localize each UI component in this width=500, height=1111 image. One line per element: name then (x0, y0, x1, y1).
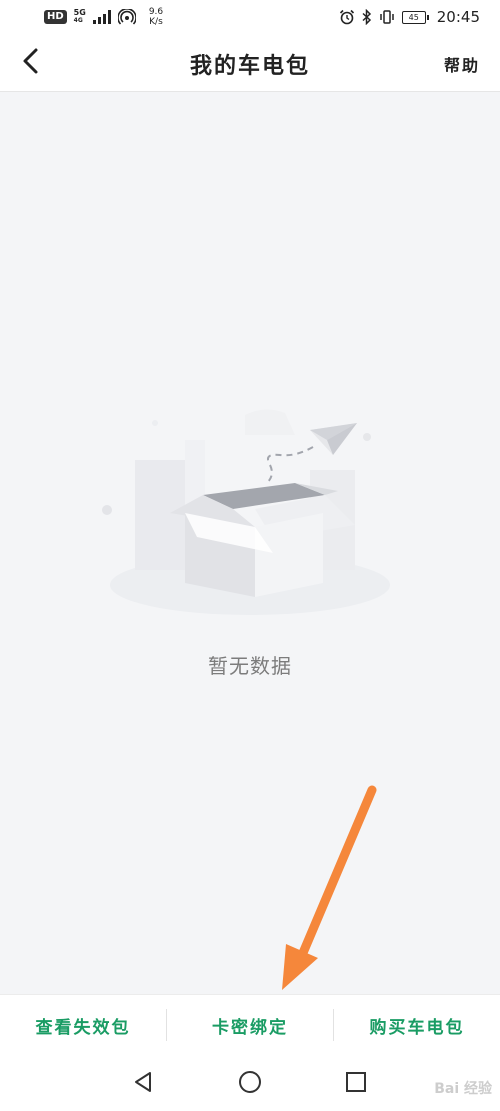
speed-unit: K/s (149, 17, 163, 27)
battery-icon: 45 (401, 10, 429, 24)
signal-icon (92, 10, 111, 24)
header: 我的车电包 帮助 (0, 34, 500, 92)
nav-home-icon[interactable] (238, 1070, 262, 1094)
clock: 20:45 (436, 8, 480, 26)
empty-state-text: 暂无数据 (208, 654, 292, 678)
empty-box-illustration (102, 409, 390, 615)
alarm-icon (339, 9, 354, 25)
network-type: 5G 4G (74, 9, 86, 25)
card-bind-button[interactable]: 卡密绑定 (167, 1013, 333, 1038)
status-left: HD 5G 4G 9.6 K/s (44, 6, 163, 28)
hd-badge: HD (44, 10, 67, 24)
system-nav-bar (0, 1054, 500, 1111)
hotspot-icon (117, 9, 136, 25)
network-speed: 9.6 K/s (149, 7, 163, 27)
bottom-action-bar: 查看失效包 卡密绑定 购买车电包 (0, 994, 500, 1055)
status-right: 45 20:45 (339, 6, 480, 28)
network-sub-label: 4G (73, 17, 83, 24)
buy-package-button[interactable]: 购买车电包 (334, 1013, 500, 1038)
view-expired-packages-button[interactable]: 查看失效包 (0, 1013, 166, 1038)
status-bar: HD 5G 4G 9.6 K/s 45 20:45 (0, 0, 500, 34)
nav-back-icon[interactable] (131, 1070, 155, 1094)
bluetooth-icon (362, 9, 371, 25)
speed-value: 9.6 (148, 7, 164, 17)
nav-recents-icon[interactable] (344, 1070, 368, 1094)
vibrate-icon (380, 10, 394, 24)
help-button[interactable]: 帮助 (444, 52, 480, 76)
network-5g-label: 5G (73, 8, 86, 17)
page-title: 我的车电包 (189, 53, 310, 79)
watermark: Bai 经验 (434, 1081, 492, 1097)
